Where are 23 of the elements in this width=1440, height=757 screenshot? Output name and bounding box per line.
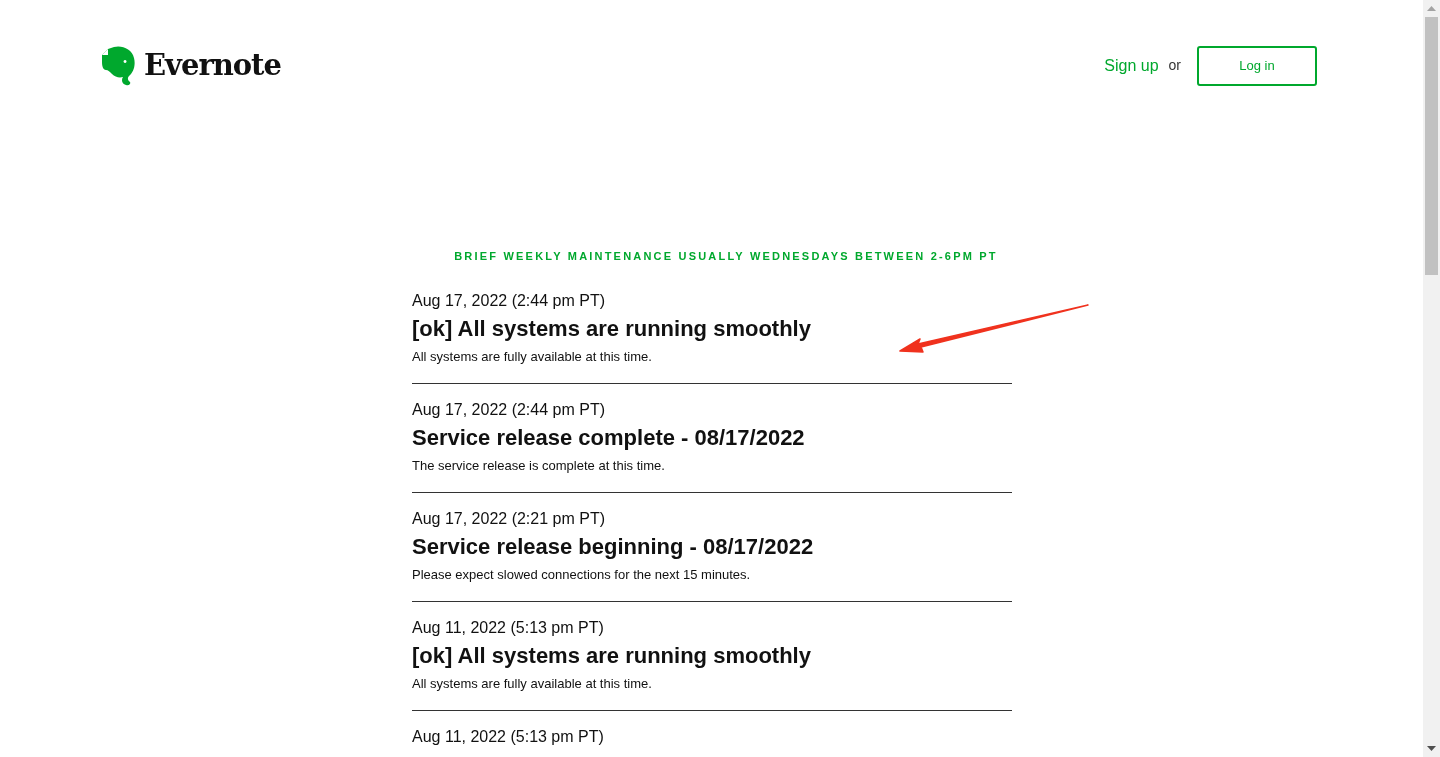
update-title: [ok] All systems are running smoothly bbox=[412, 642, 812, 670]
elephant-logo-icon bbox=[102, 45, 136, 86]
update-description: The service release is complete at this time. bbox=[412, 458, 666, 474]
scroll-down-icon[interactable] bbox=[1427, 746, 1436, 751]
update-description: All systems are fully available at this time. bbox=[412, 676, 653, 692]
update-date: Aug 17, 2022 (2:44 pm PT) bbox=[412, 291, 606, 311]
update-date: Aug 17, 2022 (2:44 pm PT) bbox=[412, 400, 606, 420]
update-title: Service release beginning - 08/17/2022 bbox=[412, 533, 815, 561]
update-title: [ok] All systems are running smoothly bbox=[412, 315, 812, 343]
or-text: or bbox=[1168, 56, 1181, 76]
update-date: Aug 17, 2022 (2:21 pm PT) bbox=[412, 509, 606, 529]
log-in-button[interactable]: Log in bbox=[1197, 45, 1317, 86]
update-description: Please expect slowed connections for the next 15 minutes. bbox=[412, 567, 752, 583]
update-date: Aug 11, 2022 (5:13 pm PT) bbox=[412, 618, 605, 638]
update-date: Aug 11, 2022 (5:13 pm PT) bbox=[412, 727, 605, 747]
scrollbar-thumb[interactable] bbox=[1425, 17, 1438, 275]
update-description: All systems are fully available at this time. bbox=[412, 349, 653, 365]
sign-up-link[interactable]: Sign up bbox=[1104, 53, 1159, 78]
scroll-up-icon[interactable] bbox=[1427, 6, 1436, 11]
scrollbar[interactable] bbox=[1423, 0, 1440, 757]
update-title: Service release complete - 08/17/2022 bbox=[412, 424, 806, 452]
maintenance-notice-text: BRIEF WEEKLY MAINTENANCE USUALLY WEDNESDAYS BETWEEN 2-6PM PT bbox=[453, 248, 999, 264]
brand-name: Evernote bbox=[144, 47, 281, 84]
